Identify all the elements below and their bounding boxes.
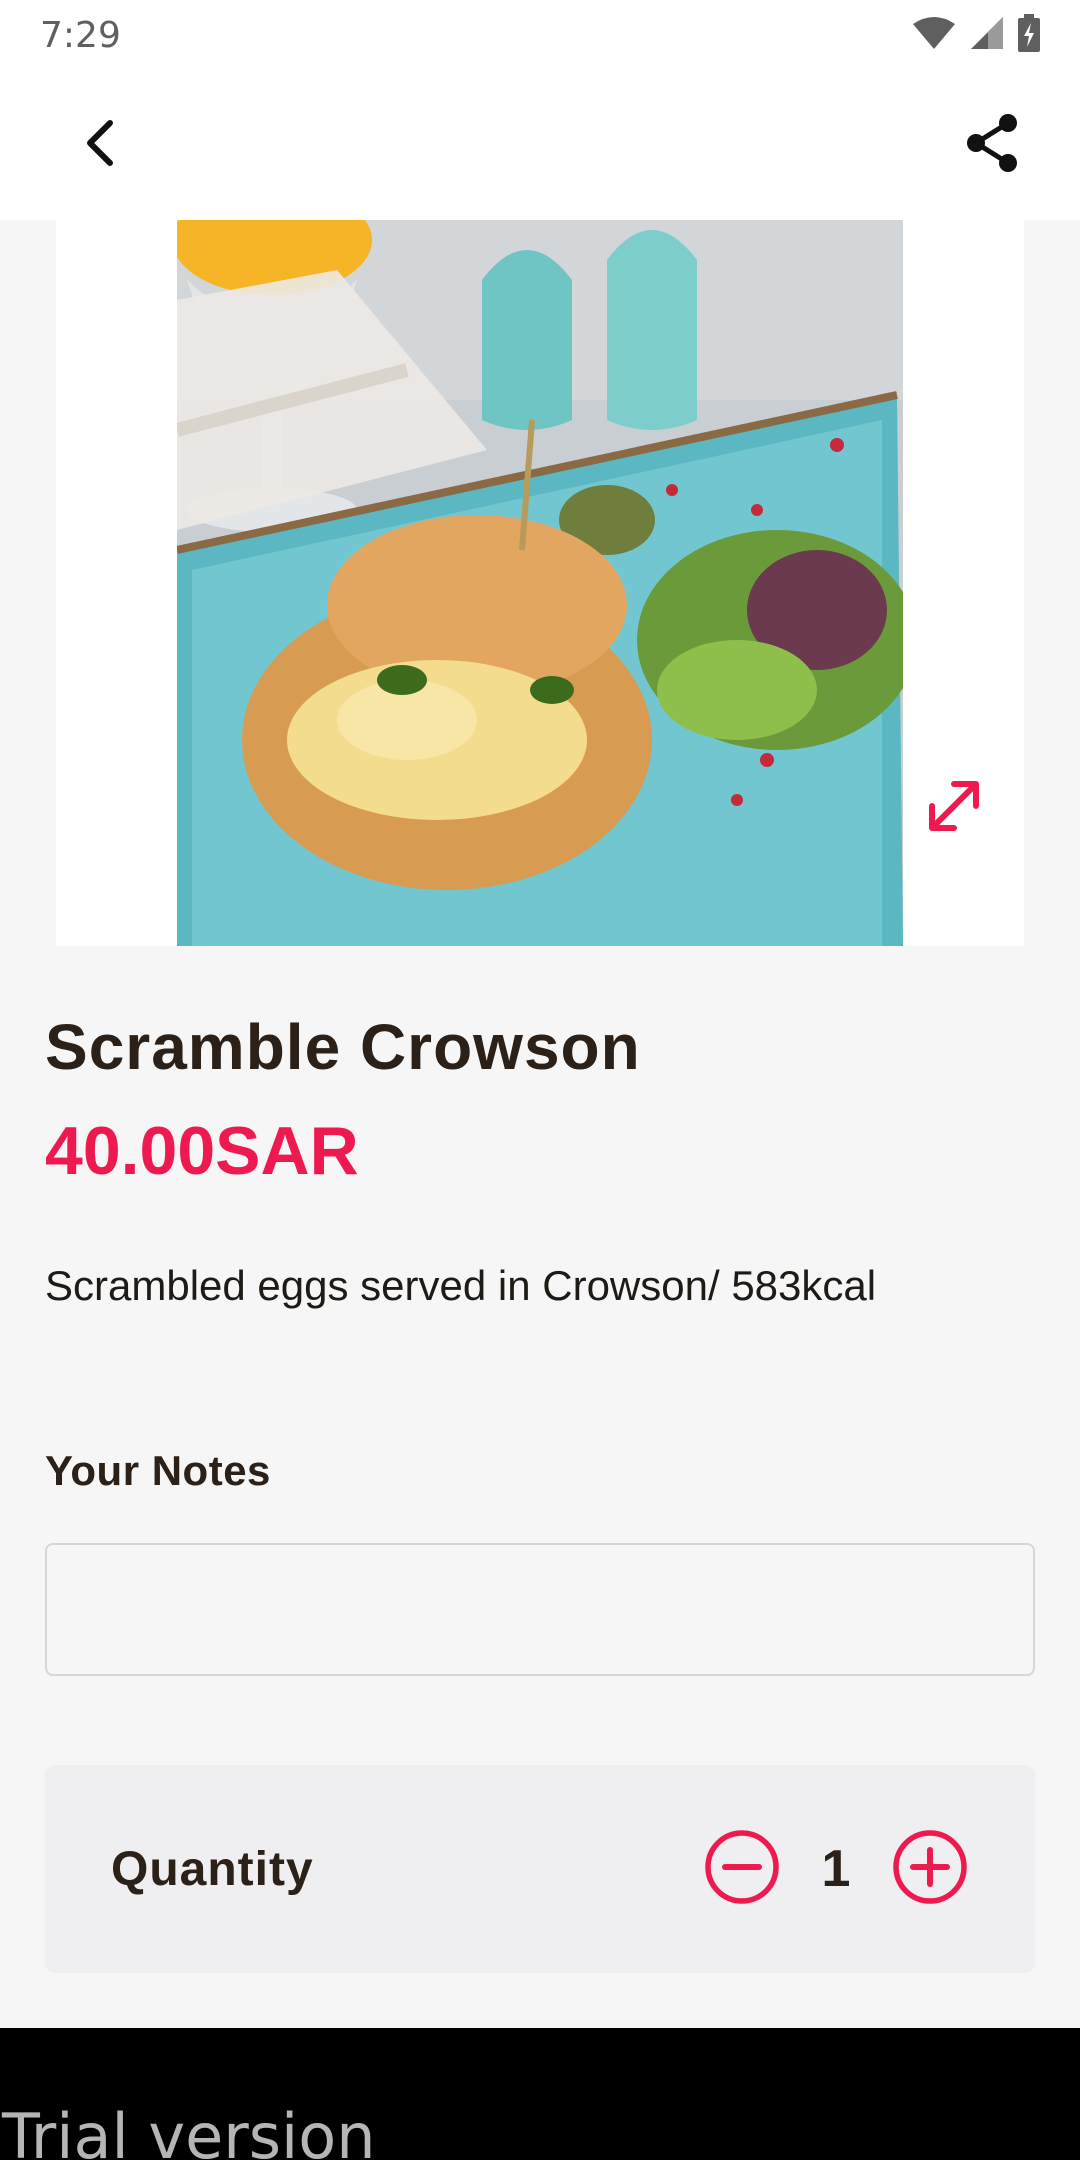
quantity-value: 1	[821, 1840, 851, 1898]
notes-input[interactable]	[45, 1543, 1035, 1676]
product-image-card	[56, 220, 1024, 946]
trial-text: Trial version	[2, 2100, 376, 2160]
decrement-button[interactable]	[703, 1828, 781, 1911]
expand-icon	[918, 781, 990, 846]
plus-circle-icon	[891, 1828, 969, 1911]
product-description: Scrambled eggs served in Crowson/ 583kca…	[45, 1262, 877, 1309]
quantity-label: Quantity	[111, 1842, 314, 1896]
increment-button[interactable]	[891, 1828, 969, 1911]
top-app-bar	[0, 70, 1080, 220]
back-button[interactable]	[64, 109, 136, 181]
wifi-icon	[912, 16, 956, 55]
notes-label: Your Notes	[45, 1447, 271, 1494]
battery-icon	[1018, 13, 1040, 57]
quantity-card: Quantity 1	[45, 1765, 1035, 1973]
status-icons	[912, 13, 1040, 57]
product-detail-screen: 7:29 Scramble Crowson 40.00SAR Scrambled…	[0, 0, 1080, 2160]
expand-image-button[interactable]	[918, 770, 990, 842]
status-bar: 7:29	[0, 0, 1080, 70]
share-button[interactable]	[956, 109, 1028, 181]
signal-icon	[970, 16, 1004, 55]
product-price: 40.00SAR	[45, 1113, 359, 1189]
chevron-left-icon	[80, 119, 120, 172]
status-time: 7:29	[40, 14, 121, 56]
quantity-stepper: 1	[703, 1828, 969, 1911]
product-photo[interactable]	[177, 220, 903, 946]
share-icon	[964, 113, 1020, 178]
minus-circle-icon	[703, 1828, 781, 1911]
product-title: Scramble Crowson	[45, 1011, 641, 1083]
trial-banner: Trial version	[0, 2028, 1080, 2160]
